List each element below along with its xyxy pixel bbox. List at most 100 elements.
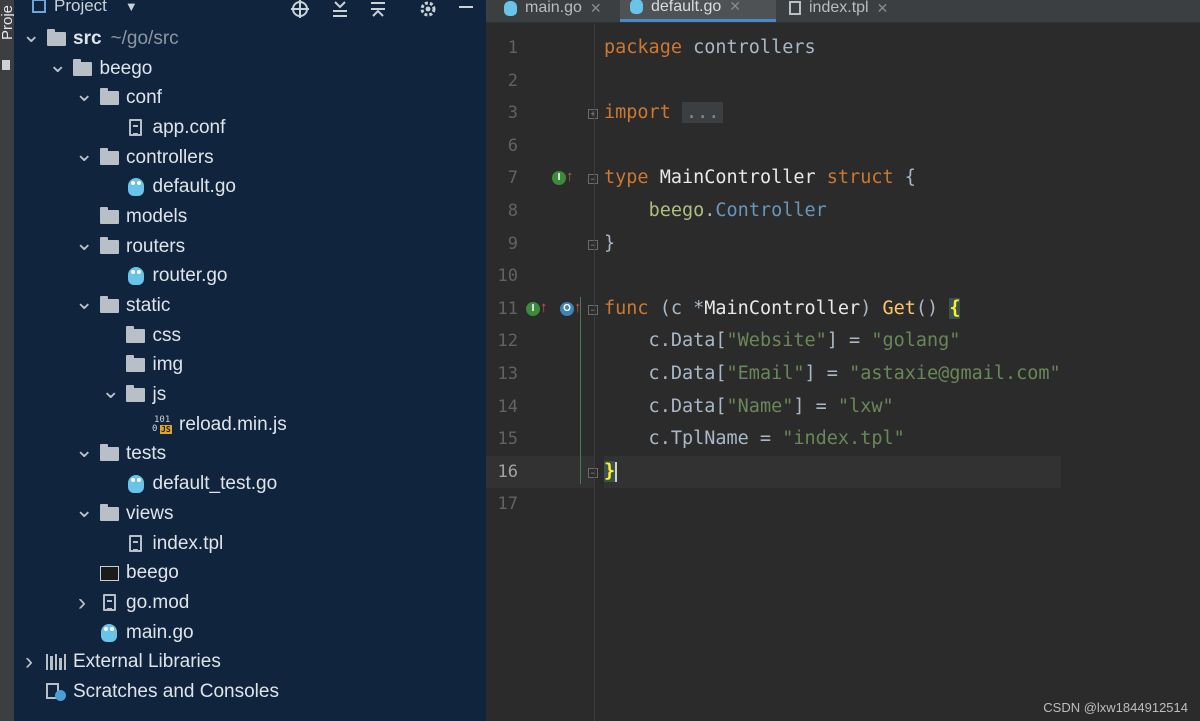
tree-item[interactable]: img <box>14 351 486 381</box>
tree-item[interactable]: ⌄ static <box>14 291 486 321</box>
code-token: "lxw" <box>837 395 894 417</box>
chevron-right-icon[interactable]: › <box>22 648 36 676</box>
chevron-down-icon[interactable]: ⌄ <box>22 23 40 45</box>
line-number: 15 <box>497 429 518 450</box>
chevron-down-icon[interactable]: ⌄ <box>75 142 93 164</box>
go-file-icon <box>504 0 517 16</box>
tree-item[interactable]: ⌄ conf <box>14 83 486 113</box>
tree-item[interactable]: ⌄ views <box>14 498 486 529</box>
tree-item[interactable]: main.go <box>14 618 486 648</box>
chevron-down-icon[interactable]: ⌄ <box>75 498 93 520</box>
tree-item-label: Scratches and Consoles <box>73 680 279 702</box>
code-line: c.Data["Website"] = "golang" <box>604 325 1061 358</box>
tree-item[interactable]: Scratches and Consoles <box>14 677 486 707</box>
code-token: c.TplName = <box>604 428 783 450</box>
editor-tab[interactable]: default.go ✕ <box>620 0 776 22</box>
implemented-icon[interactable]: I <box>552 171 566 186</box>
js-file-icon: 101 0 JS <box>152 414 172 434</box>
fold-icon[interactable]: − <box>588 467 598 478</box>
collapse-all-icon[interactable] <box>368 0 388 24</box>
line-number: 14 <box>497 396 518 417</box>
folder-icon <box>126 385 146 404</box>
tree-item-label: beego <box>99 57 153 79</box>
minimize-icon[interactable] <box>456 0 476 24</box>
chevron-right-icon[interactable]: › <box>75 589 89 617</box>
chevron-down-icon[interactable]: ⌄ <box>75 231 93 253</box>
project-icon <box>32 0 46 13</box>
tree-item[interactable]: default_test.go <box>14 469 486 499</box>
expand-all-icon[interactable] <box>330 0 350 24</box>
chevron-down-icon[interactable]: ⌄ <box>75 291 93 313</box>
fold-icon[interactable]: − <box>588 239 598 250</box>
folder-icon <box>99 88 119 107</box>
tool-window-strip[interactable]: Proje <box>0 0 16 721</box>
gear-icon[interactable] <box>418 0 438 24</box>
editor-tab[interactable]: index.tpl ✕ <box>779 0 909 22</box>
folder-icon <box>99 296 119 315</box>
scope-marker <box>580 296 581 485</box>
editor-tab[interactable]: main.go ✕ <box>494 0 618 22</box>
editor-gutter[interactable]: 1 2 3 +6 7 I ↑ −8 9−10 11 I ↑ O ↑ −12 13 14 15 16−17 <box>486 24 598 721</box>
line-number: 6 <box>507 135 518 156</box>
overrides-icon[interactable]: O <box>560 301 574 316</box>
arrow-up-icon: ↑ <box>540 298 548 316</box>
code-token: ] = <box>793 395 838 417</box>
tree-item-label: index.tpl <box>152 532 224 554</box>
close-icon[interactable]: ✕ <box>590 0 602 17</box>
implemented-icon[interactable]: I <box>526 301 540 316</box>
go-file-icon <box>126 267 146 286</box>
project-panel-title: Project <box>54 0 107 15</box>
tree-item[interactable]: default.go <box>14 172 486 202</box>
tree-item[interactable]: 101 0 JS reload.min.js <box>14 410 486 440</box>
fold-icon[interactable]: + <box>588 109 598 120</box>
close-icon[interactable]: ✕ <box>877 0 889 17</box>
tree-item[interactable]: ⌄ routers <box>14 231 486 262</box>
line-number: 7 <box>507 168 518 189</box>
tree-item-label: static <box>126 295 171 317</box>
code-token: . <box>704 199 716 221</box>
chevron-down-icon[interactable]: ⌄ <box>49 53 67 75</box>
folder-icon <box>46 28 66 48</box>
go-file-icon <box>99 623 119 642</box>
tree-item[interactable]: router.go <box>14 262 486 292</box>
chevron-down-icon[interactable]: ⌄ <box>102 380 120 402</box>
project-panel: Project ▼ ⌄ src ~/go/src ⌄ beego ⌄ conf app.con… <box>14 0 486 721</box>
fold-icon[interactable]: − <box>588 304 598 315</box>
chevron-down-icon[interactable]: ⌄ <box>75 439 93 461</box>
folded-code-placeholder[interactable]: ... <box>681 102 724 124</box>
code-token: { <box>904 167 916 189</box>
tree-item[interactable]: css <box>14 321 486 351</box>
tree-item[interactable]: › go.mod <box>14 588 486 618</box>
config-file-icon <box>99 594 119 612</box>
line-number: 2 <box>507 70 518 91</box>
tree-item-label: css <box>152 324 182 346</box>
fold-icon[interactable]: − <box>588 174 598 185</box>
tool-strip-marker <box>2 60 10 70</box>
line-number: 3 <box>507 103 518 124</box>
code-token: ) <box>860 297 883 319</box>
code-line: import ... <box>604 97 1061 130</box>
code-editor: main.go ✕ default.go ✕ index.tpl ✕ 1 2 3 +6 7 I ↑ −8… <box>486 0 1200 721</box>
code-token: controllers <box>693 37 816 58</box>
project-view-selector[interactable]: Project ▼ <box>32 0 138 16</box>
locate-icon[interactable] <box>290 0 310 24</box>
project-tree: ⌄ src ~/go/src ⌄ beego ⌄ conf app.conf ⌄ controll… <box>14 23 486 707</box>
close-icon[interactable]: ✕ <box>729 0 741 15</box>
code-token: c.Data[ <box>604 362 727 384</box>
tree-item[interactable]: ⌄ js <box>14 380 486 410</box>
chevron-down-icon[interactable]: ⌄ <box>75 83 93 105</box>
tree-item[interactable]: index.tpl <box>14 529 486 559</box>
tree-item[interactable]: › External Libraries <box>14 647 486 677</box>
line-number: 9 <box>507 233 518 254</box>
tree-item[interactable]: app.conf <box>14 113 486 143</box>
tree-item[interactable]: ⌄ src ~/go/src <box>14 23 486 54</box>
tree-item[interactable]: beego <box>14 558 486 588</box>
tree-item[interactable]: models <box>14 202 486 232</box>
tree-item[interactable]: ⌄ tests <box>14 439 486 470</box>
tree-item[interactable]: ⌄ beego <box>14 53 486 84</box>
tab-label: main.go <box>525 0 582 16</box>
line-number: 13 <box>497 364 518 384</box>
tree-item[interactable]: ⌄ controllers <box>14 142 486 173</box>
code-area[interactable]: package controllers import ... type MainCo… <box>604 24 1061 521</box>
